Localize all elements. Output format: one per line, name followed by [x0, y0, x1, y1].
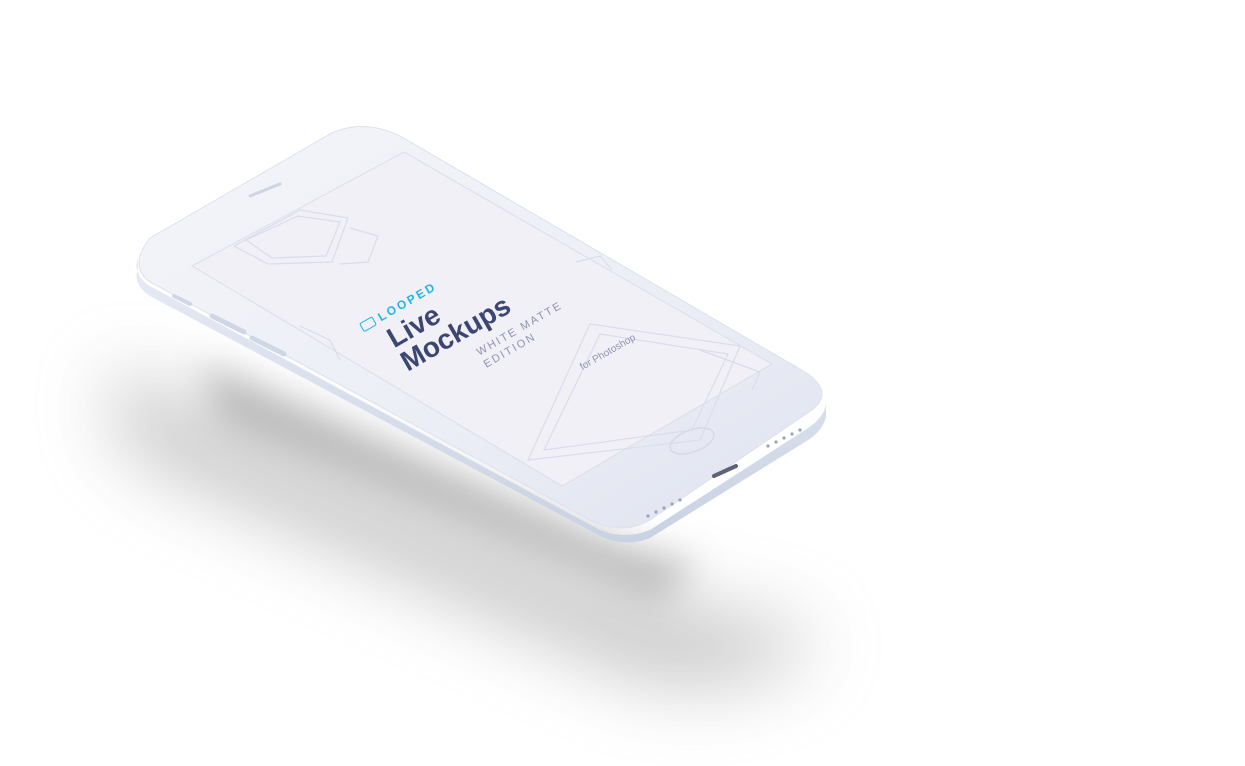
phone-device [136, 125, 827, 543]
mockup-scene: LOOPED Live Mockups WHITE MATTE EDITION … [0, 0, 1245, 766]
